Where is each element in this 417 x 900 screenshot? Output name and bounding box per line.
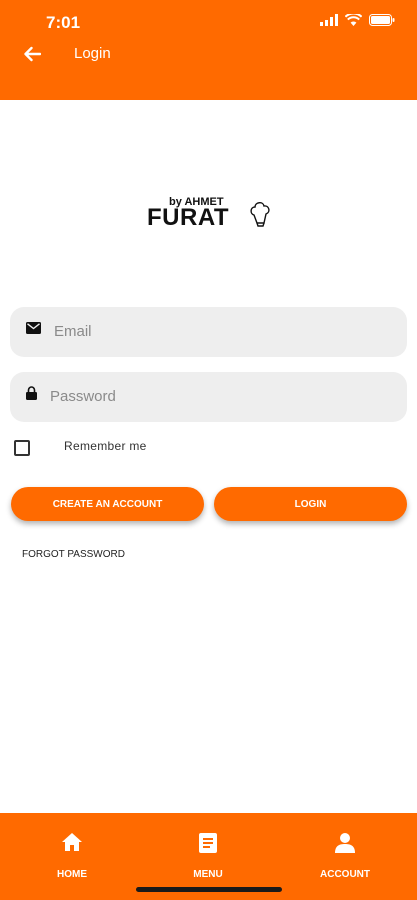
nav-account[interactable]: ACCOUNT	[305, 813, 385, 900]
email-placeholder: Email	[54, 323, 92, 340]
remember-me-label: Remember me	[64, 439, 147, 453]
brand-logo: by AHMET FURAT	[145, 193, 275, 238]
page-title: Login	[74, 45, 111, 62]
chef-hat-icon	[250, 202, 270, 227]
password-placeholder: Password	[50, 388, 116, 405]
battery-icon	[369, 14, 395, 26]
status-icons	[320, 14, 395, 26]
wifi-icon	[345, 14, 362, 26]
create-account-button[interactable]: CREATE AN ACCOUNT	[11, 487, 204, 521]
logo-name: FURAT	[147, 204, 230, 231]
nav-home-label: HOME	[57, 869, 87, 880]
password-field[interactable]: Password	[10, 372, 407, 422]
arrow-left-icon	[24, 46, 41, 62]
login-button[interactable]: LOGIN	[214, 487, 407, 521]
app-bar: 7:01 Login	[0, 0, 417, 100]
nav-menu-label: MENU	[193, 869, 223, 880]
home-indicator	[136, 887, 282, 892]
forgot-password-link[interactable]: FORGOT PASSWORD	[22, 549, 125, 560]
envelope-icon	[26, 322, 41, 334]
account-icon	[335, 833, 355, 853]
back-button[interactable]	[18, 40, 46, 68]
nav-home[interactable]: HOME	[32, 813, 112, 900]
signal-icon	[320, 14, 338, 26]
status-time: 7:01	[46, 13, 81, 32]
remember-me-checkbox[interactable]	[14, 440, 30, 456]
lock-icon	[26, 386, 37, 400]
email-field[interactable]: Email	[10, 307, 407, 357]
nav-account-label: ACCOUNT	[320, 869, 370, 880]
menu-icon	[199, 833, 217, 853]
home-icon	[62, 833, 82, 851]
